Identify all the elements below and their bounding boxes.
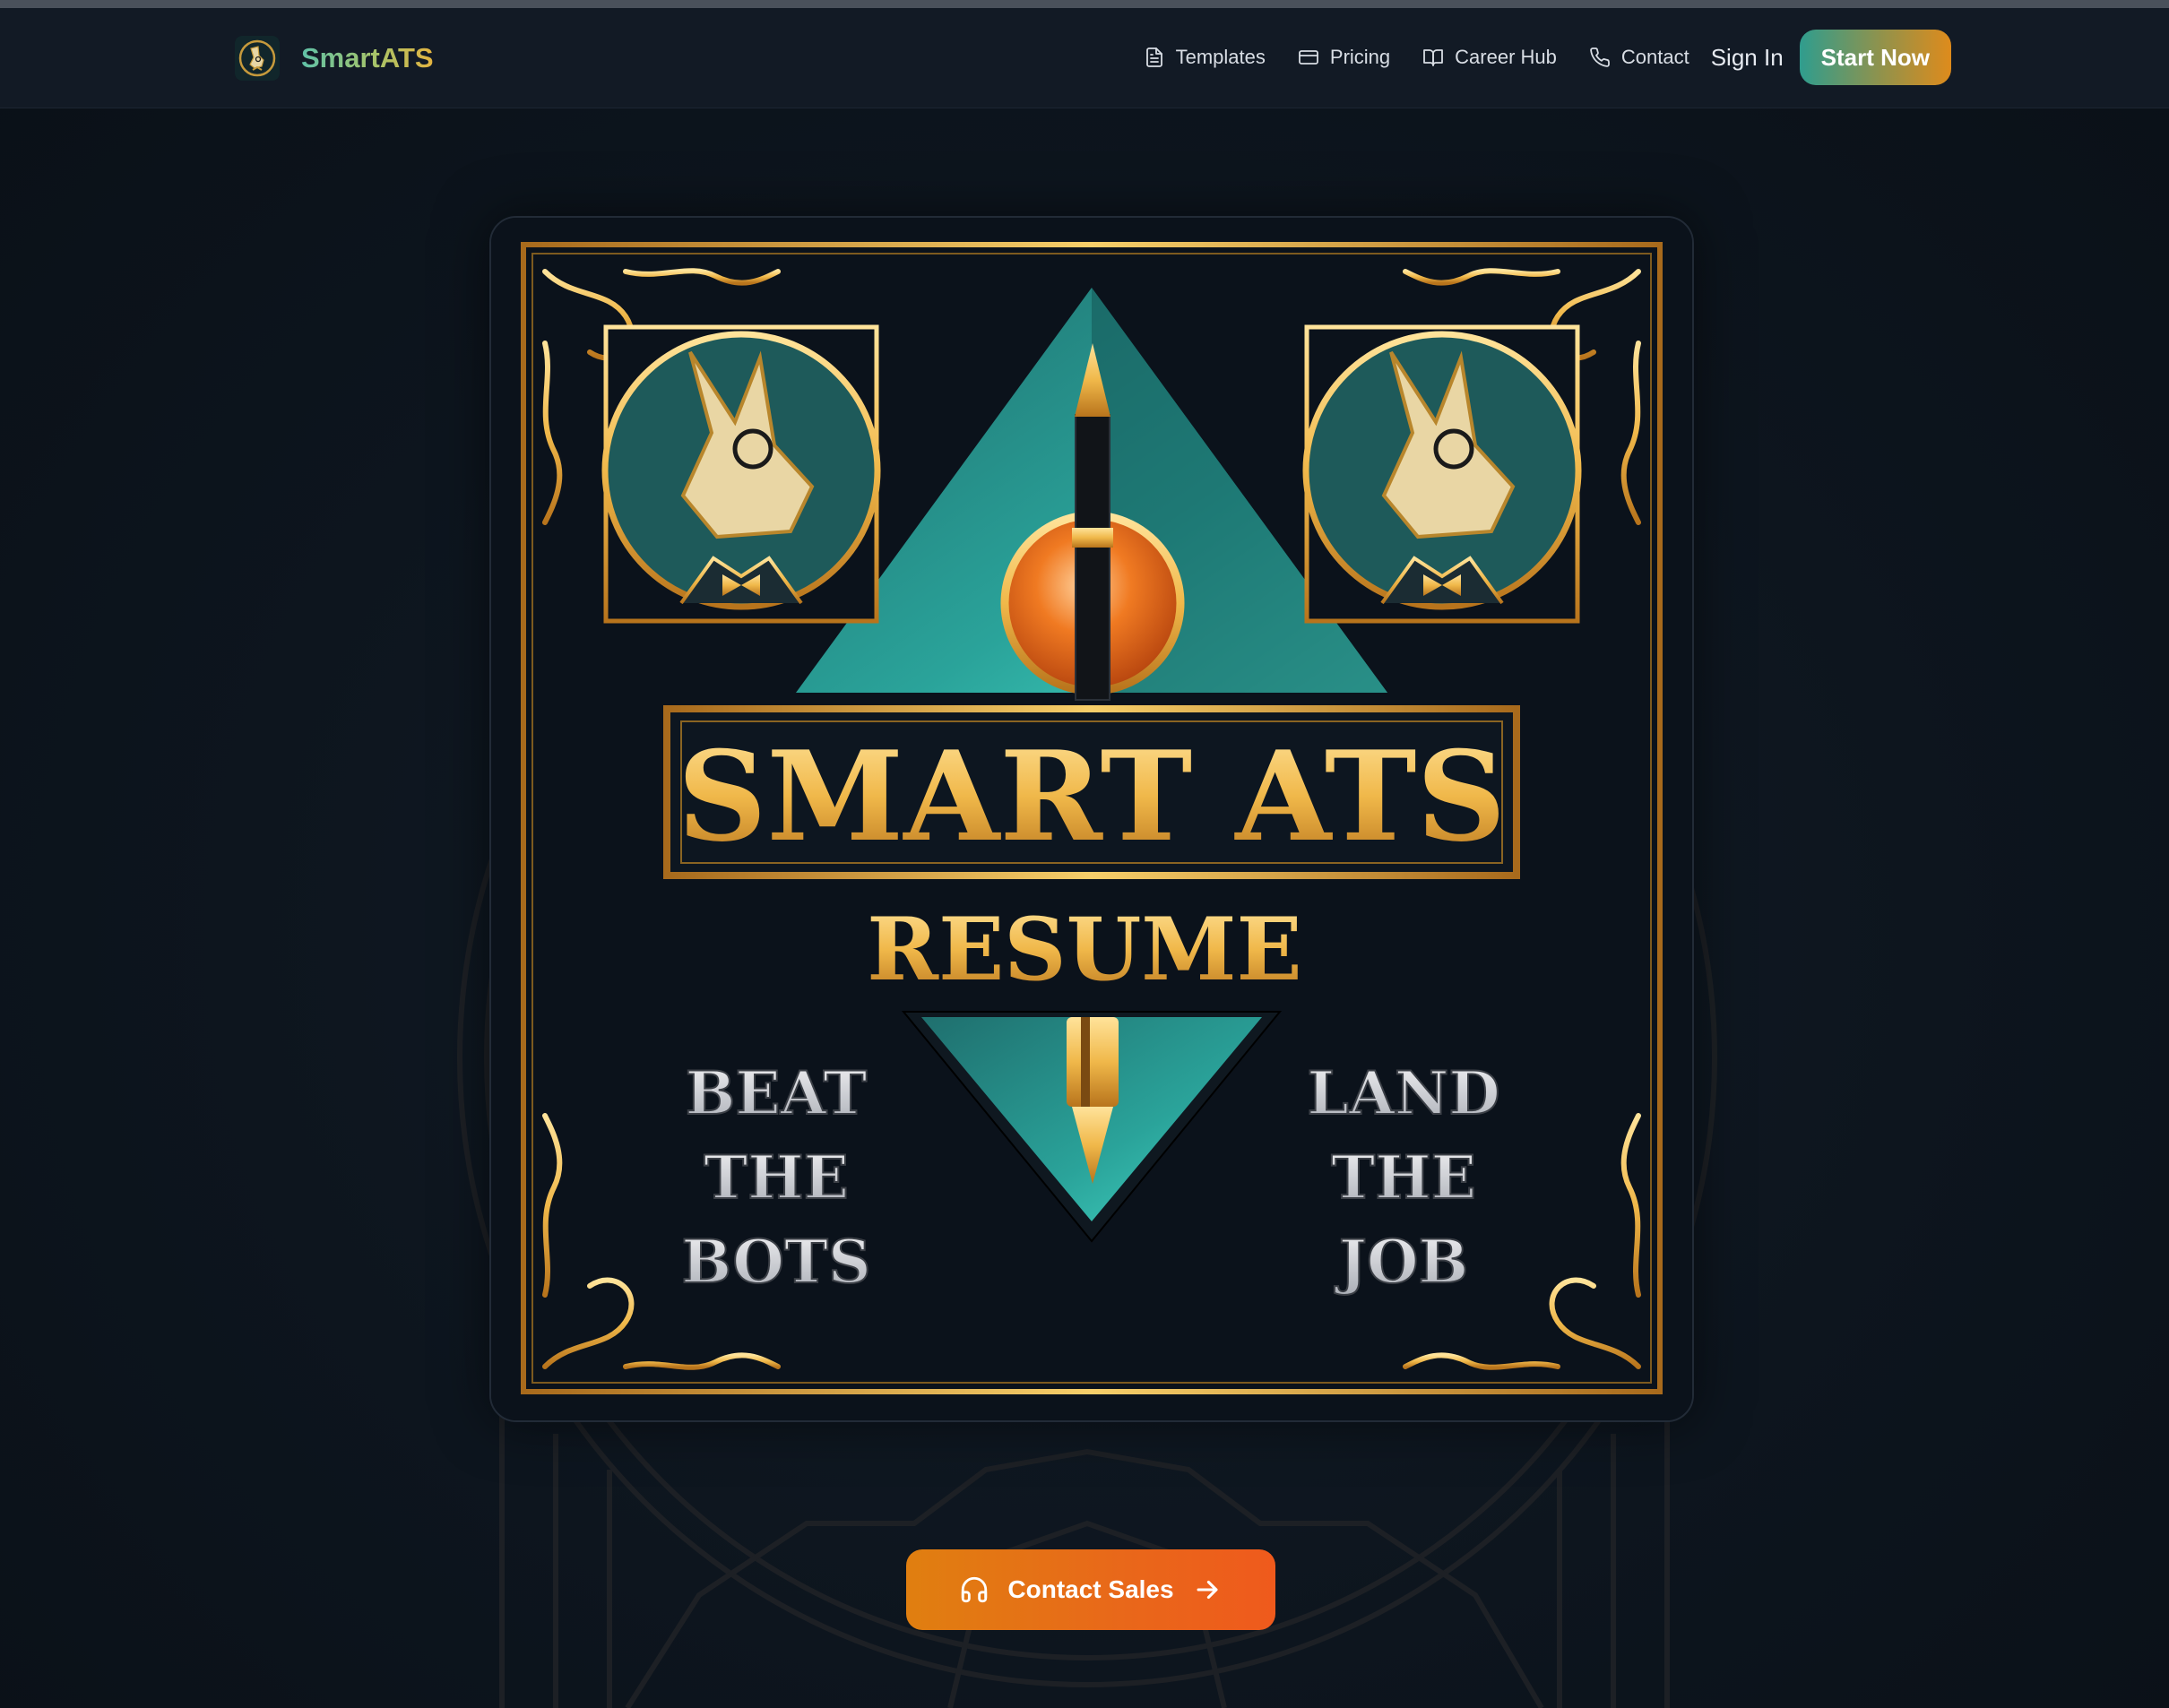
- book-open-icon: [1423, 49, 1444, 66]
- smart-ats-resume-poster: SMART ATS RESUME BEAT THE BOTS LAND THE …: [491, 218, 1692, 1420]
- sign-in-link[interactable]: Sign In: [1711, 44, 1784, 72]
- nav-pricing[interactable]: Pricing: [1298, 46, 1390, 69]
- brand-home-link[interactable]: SmartATS: [235, 35, 434, 82]
- nav-career-hub[interactable]: Career Hub: [1422, 46, 1557, 69]
- page: SmartATS Templates Pricing Career Hub Co…: [0, 0, 2169, 1708]
- nav-pricing-label: Pricing: [1329, 46, 1391, 68]
- start-now-button[interactable]: Start Now: [1799, 30, 1951, 85]
- contact-sales-label: Contact Sales: [1007, 1575, 1174, 1603]
- main-nav: Templates Pricing Career Hub Contact Sig…: [1144, 30, 1951, 85]
- nav-templates-label: Templates: [1175, 46, 1266, 68]
- poster-left-word-1: BEAT: [686, 1058, 868, 1128]
- nav-career-hub-label: Career Hub: [1455, 46, 1557, 68]
- site-header: SmartATS Templates Pricing Career Hub Co…: [0, 8, 2169, 108]
- headphones-icon: [962, 1576, 988, 1603]
- phone-icon: [1590, 47, 1610, 67]
- poster-left-word-3: BOTS: [681, 1227, 870, 1297]
- right-donkey-medallion: [1302, 324, 1582, 624]
- poster-subtitle: RESUME: [867, 899, 1301, 1000]
- left-donkey-medallion: [601, 324, 881, 624]
- contact-sales-button[interactable]: Contact Sales: [906, 1549, 1275, 1630]
- poster-right-word-1: LAND: [1307, 1058, 1499, 1128]
- nav-templates[interactable]: Templates: [1144, 46, 1266, 69]
- poster-title: SMART ATS: [678, 723, 1506, 869]
- browser-top-strip: [0, 0, 2169, 8]
- nav-contact[interactable]: Contact: [1589, 46, 1689, 69]
- credit-card-icon: [1299, 50, 1318, 65]
- brand-name: SmartATS: [301, 42, 434, 73]
- file-text-icon: [1145, 47, 1162, 67]
- nav-contact-label: Contact: [1620, 46, 1689, 68]
- donkey-logo-icon: [235, 36, 280, 81]
- poster-left-word-2: THE: [704, 1143, 849, 1212]
- poster-right-word-2: THE: [1331, 1143, 1476, 1212]
- arrow-right-icon: [1197, 1580, 1218, 1600]
- hero-image-card: SMART ATS RESUME BEAT THE BOTS LAND THE …: [489, 216, 1694, 1422]
- poster-right-word-3: JOB: [1335, 1227, 1469, 1297]
